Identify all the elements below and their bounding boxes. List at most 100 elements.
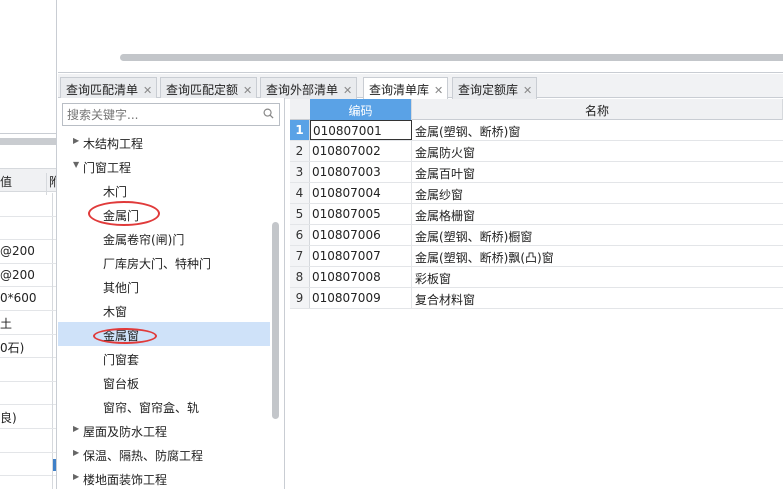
close-icon[interactable]: ✕	[243, 84, 252, 97]
annotation-circle-metal-door	[88, 201, 160, 226]
search-input[interactable]	[63, 104, 253, 125]
cell-code[interactable]: 010807006	[310, 225, 412, 245]
tree-item[interactable]: ▶ 保温、隔热、防腐工程	[58, 442, 270, 466]
tree-item[interactable]: 其他门	[58, 274, 270, 298]
property-row[interactable]: 0石)	[0, 334, 56, 359]
close-icon[interactable]: ✕	[523, 84, 532, 97]
tree-item[interactable]: ▼ 门窗工程	[58, 154, 270, 178]
tab-label: 查询匹配定额	[166, 83, 239, 97]
close-icon[interactable]: ✕	[343, 84, 352, 97]
tree-item-label: 木窗	[103, 305, 128, 319]
close-icon[interactable]: ✕	[434, 84, 443, 97]
close-icon[interactable]: ✕	[143, 84, 152, 97]
tree-item[interactable]: 窗台板	[58, 370, 270, 394]
cell-name[interactable]: 复合材料窗	[412, 288, 783, 308]
property-row[interactable]: @200	[0, 263, 56, 288]
row-number[interactable]: 6	[290, 225, 310, 245]
top-panel	[58, 0, 783, 73]
property-row[interactable]	[0, 193, 56, 217]
row-number[interactable]: 5	[290, 204, 310, 224]
cell-name[interactable]: 彩板窗	[412, 267, 783, 287]
column-divider	[52, 216, 53, 240]
property-value: 0*600	[0, 291, 37, 306]
cell-code[interactable]: 010807004	[310, 183, 412, 203]
table-row[interactable]: 6 010807006 金属(塑钢、断桥)橱窗	[290, 225, 783, 246]
cell-name[interactable]: 金属纱窗	[412, 183, 783, 203]
cell-name[interactable]: 金属百叶窗	[412, 162, 783, 182]
chevron-right-icon[interactable]: ▶	[73, 137, 81, 145]
cell-name[interactable]: 金属(塑钢、断桥)飘(凸)窗	[412, 246, 783, 266]
property-row[interactable]: 土	[0, 311, 56, 335]
property-panel-top	[0, 0, 56, 134]
tab-query-match-quota[interactable]: 查询匹配定额 ✕	[160, 77, 258, 99]
tab-query-external-list[interactable]: 查询外部清单 ✕	[260, 77, 358, 99]
table-row[interactable]: 1 010807001 金属(塑钢、断桥)窗	[290, 120, 783, 141]
row-number[interactable]: 8	[290, 267, 310, 287]
property-row[interactable]	[0, 452, 56, 477]
table-row[interactable]: 2 010807002 金属防火窗	[290, 141, 783, 162]
property-row[interactable]	[0, 358, 56, 382]
tree-item[interactable]: 门窗套	[58, 346, 270, 370]
search-icon[interactable]	[263, 108, 274, 119]
table-row[interactable]: 4 010807004 金属纱窗	[290, 183, 783, 204]
row-number[interactable]: 1	[290, 120, 310, 140]
column-header-code[interactable]: 编码	[310, 99, 412, 120]
vertical-scrollbar[interactable]	[272, 222, 279, 419]
tree-item[interactable]: ▶ 屋面及防水工程	[58, 418, 270, 442]
column-divider	[52, 405, 53, 429]
tree-item[interactable]: ▶ 木结构工程	[58, 130, 270, 154]
search-box	[62, 103, 280, 126]
tree-item-label: 楼地面装饰工程	[83, 473, 168, 487]
cell-code[interactable]: 010807002	[310, 141, 412, 161]
property-row[interactable]	[0, 429, 56, 453]
cell-name[interactable]: 金属格栅窗	[412, 204, 783, 224]
chevron-right-icon[interactable]: ▶	[73, 449, 81, 457]
cell-code[interactable]: 010807008	[310, 267, 412, 287]
tree-item[interactable]: 木门	[58, 178, 270, 202]
cell-code[interactable]: 010807001	[310, 120, 412, 140]
property-row[interactable]: 0*600	[0, 287, 56, 311]
property-row[interactable]	[0, 216, 56, 241]
row-number[interactable]: 7	[290, 246, 310, 266]
cell-name[interactable]: 金属防火窗	[412, 141, 783, 161]
chevron-down-icon[interactable]: ▼	[73, 161, 81, 169]
tab-label: 查询外部清单	[266, 83, 339, 97]
tree-item[interactable]: ▶ 楼地面装饰工程	[58, 466, 270, 489]
column-header-name[interactable]: 名称	[412, 99, 783, 120]
tree-item-label: 门窗套	[103, 353, 140, 367]
table-row[interactable]: 9 010807009 复合材料窗	[290, 288, 783, 309]
row-number[interactable]: 3	[290, 162, 310, 182]
tree-item[interactable]: 厂库房大门、特种门	[58, 250, 270, 274]
row-number[interactable]: 9	[290, 288, 310, 308]
table-row[interactable]: 8 010807008 彩板窗	[290, 267, 783, 288]
property-row[interactable]: 良)	[0, 405, 56, 429]
tab-query-quota-library[interactable]: 查询定额库 ✕	[452, 77, 538, 99]
cell-code[interactable]: 010807007	[310, 246, 412, 266]
column-divider	[52, 334, 53, 358]
cell-code[interactable]: 010807003	[310, 162, 412, 182]
cell-name[interactable]: 金属(塑钢、断桥)窗	[412, 120, 783, 140]
row-number[interactable]: 4	[290, 183, 310, 203]
tree-item-label: 其他门	[103, 281, 140, 295]
table-row[interactable]: 5 010807005 金属格栅窗	[290, 204, 783, 225]
property-panel-scrollbar[interactable]	[0, 138, 56, 145]
tree-item[interactable]: 木窗	[58, 298, 270, 322]
table-row[interactable]: 7 010807007 金属(塑钢、断桥)飘(凸)窗	[290, 246, 783, 267]
tab-query-list-library[interactable]: 查询清单库 ✕	[363, 77, 449, 100]
property-row[interactable]	[0, 381, 56, 406]
cell-name[interactable]: 金属(塑钢、断桥)橱窗	[412, 225, 783, 245]
property-row[interactable]	[0, 476, 56, 489]
table-row[interactable]: 3 010807003 金属百叶窗	[290, 162, 783, 183]
tree-item-label: 窗台板	[103, 377, 140, 391]
tree-item[interactable]: 窗帘、窗帘盒、轨	[58, 394, 270, 418]
property-row[interactable]: @200	[0, 240, 56, 264]
chevron-right-icon[interactable]: ▶	[73, 473, 81, 481]
tab-query-match-list[interactable]: 查询匹配清单 ✕	[60, 77, 158, 99]
horizontal-scrollbar[interactable]	[120, 54, 783, 61]
tree-item[interactable]: 金属窗	[58, 322, 270, 346]
cell-code[interactable]: 010807005	[310, 204, 412, 224]
tree-item[interactable]: 金属卷帘(闸)门	[58, 226, 270, 250]
row-number[interactable]: 2	[290, 141, 310, 161]
cell-code[interactable]: 010807009	[310, 288, 412, 308]
chevron-right-icon[interactable]: ▶	[73, 425, 81, 433]
